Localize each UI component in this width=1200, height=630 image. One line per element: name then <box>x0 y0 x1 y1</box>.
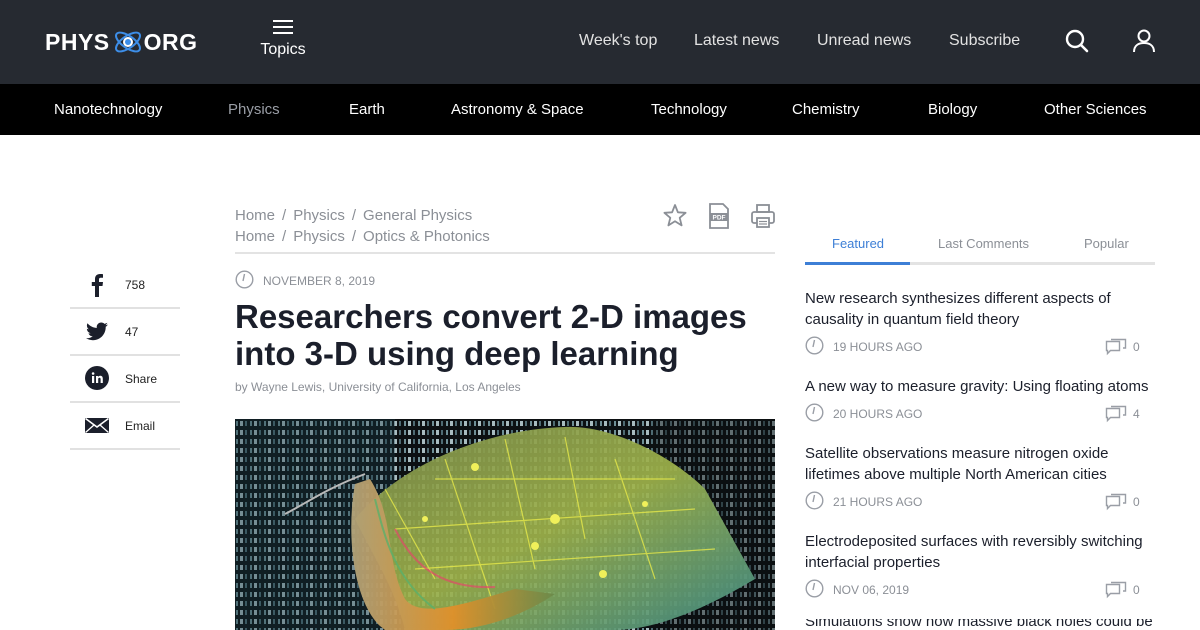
breadcrumb-separator: / <box>351 228 357 245</box>
breadcrumb-home[interactable]: Home <box>235 207 275 224</box>
news-meta: 19 HOURS AGO 0 <box>805 336 1155 358</box>
category-chemistry[interactable]: Chemistry <box>792 101 860 118</box>
news-meta: NOV 06, 2019 0 <box>805 579 1155 601</box>
logo-text-right: ORG <box>143 28 198 55</box>
comment-icon[interactable] <box>1105 405 1127 428</box>
article-hero-image[interactable] <box>235 419 775 630</box>
article-date-text: NOVEMBER 8, 2019 <box>263 274 376 288</box>
article-divider <box>235 252 775 254</box>
breadcrumb-home[interactable]: Home <box>235 228 275 245</box>
nav-weeks-top[interactable]: Week's top <box>579 32 657 50</box>
list-item: Satellite observations measure nitrogen … <box>805 443 1155 513</box>
pdf-icon[interactable]: PDF <box>706 202 732 230</box>
news-time: 19 HOURS AGO <box>833 340 923 354</box>
star-icon[interactable] <box>662 202 688 230</box>
comment-count: 4 <box>1133 407 1140 421</box>
breadcrumb-separator: / <box>351 207 357 224</box>
facebook-count: 758 <box>125 278 146 292</box>
email-icon <box>84 412 110 438</box>
clock-icon <box>805 336 824 360</box>
clock-icon <box>235 270 263 292</box>
news-time: 21 HOURS AGO <box>833 495 923 509</box>
comment-icon[interactable] <box>1105 581 1127 604</box>
news-meta: 20 HOURS AGO 4 <box>805 403 1155 425</box>
category-nanotechnology[interactable]: Nanotechnology <box>54 101 162 118</box>
news-title[interactable]: Simulations show how massive black holes… <box>805 619 1155 630</box>
tab-popular[interactable]: Popular <box>1084 236 1129 251</box>
category-physics[interactable]: Physics <box>228 101 280 118</box>
clock-icon <box>805 403 824 427</box>
news-time: 20 HOURS AGO <box>833 407 923 421</box>
comment-count: 0 <box>1133 495 1140 509</box>
breadcrumb-physics[interactable]: Physics <box>293 228 345 245</box>
active-tab-indicator <box>805 262 910 265</box>
user-icon[interactable] <box>1131 28 1157 54</box>
list-item: Electrodeposited surfaces with reversibl… <box>805 531 1155 601</box>
tab-last-comments[interactable]: Last Comments <box>938 236 1029 251</box>
article-headline: Researchers convert 2-D images into 3-D … <box>235 298 747 372</box>
clock-icon <box>805 491 824 515</box>
topics-menu-button[interactable]: Topics <box>256 20 310 59</box>
hamburger-icon <box>273 20 293 34</box>
news-title[interactable]: A new way to measure gravity: Using floa… <box>805 376 1155 397</box>
site-logo[interactable]: PHYS ORG <box>45 22 198 62</box>
list-item: Simulations show how massive black holes… <box>805 619 1155 630</box>
linkedin-icon <box>84 365 110 391</box>
tab-featured[interactable]: Featured <box>832 236 884 251</box>
comment-count: 0 <box>1133 583 1140 597</box>
article-date: NOVEMBER 8, 2019 <box>235 270 375 292</box>
topics-label: Topics <box>260 41 306 58</box>
breadcrumb-separator: / <box>282 207 287 224</box>
twitter-icon <box>84 318 110 344</box>
share-linkedin[interactable]: Share <box>70 356 180 403</box>
share-facebook[interactable]: 758 <box>70 262 180 309</box>
nav-latest-news[interactable]: Latest news <box>694 32 779 50</box>
share-email[interactable]: Email <box>70 403 180 450</box>
share-panel: 758 47 Share Email <box>70 262 180 450</box>
news-meta: 21 HOURS AGO 0 <box>805 491 1155 513</box>
news-title[interactable]: Electrodeposited surfaces with reversibl… <box>805 531 1155 573</box>
category-astronomy-space[interactable]: Astronomy & Space <box>451 101 584 118</box>
nav-unread-news[interactable]: Unread news <box>817 32 911 50</box>
category-other-sciences[interactable]: Other Sciences <box>1044 101 1147 118</box>
category-bar: Nanotechnology Physics Earth Astronomy &… <box>0 84 1200 135</box>
svg-text:PDF: PDF <box>713 215 726 222</box>
comment-icon[interactable] <box>1105 493 1127 516</box>
clock-icon <box>805 579 824 603</box>
email-label: Email <box>125 419 156 433</box>
category-technology[interactable]: Technology <box>651 101 727 118</box>
share-twitter[interactable]: 47 <box>70 309 180 356</box>
breadcrumb-general-physics[interactable]: General Physics <box>363 207 472 224</box>
print-icon[interactable] <box>750 202 776 230</box>
news-title[interactable]: New research synthesizes different aspec… <box>805 288 1155 330</box>
category-biology[interactable]: Biology <box>928 101 977 118</box>
article-byline: by Wayne Lewis, University of California… <box>235 380 521 394</box>
breadcrumb-optics-photonics[interactable]: Optics & Photonics <box>363 228 490 245</box>
news-title[interactable]: Satellite observations measure nitrogen … <box>805 443 1155 485</box>
breadcrumb: Home / Physics / General Physics Home / Physic… <box>235 205 490 247</box>
breadcrumb-separator: / <box>282 228 287 245</box>
breadcrumb-row: Home / Physics / Optics & Photonics <box>235 226 490 247</box>
comment-icon[interactable] <box>1105 338 1127 361</box>
linkedin-label: Share <box>125 372 158 386</box>
breadcrumb-row: Home / Physics / General Physics <box>235 205 490 226</box>
category-earth[interactable]: Earth <box>349 101 385 118</box>
list-item: A new way to measure gravity: Using floa… <box>805 376 1155 425</box>
facebook-icon <box>84 271 110 297</box>
logo-text-left: PHYS <box>45 28 110 55</box>
twitter-count: 47 <box>125 325 139 339</box>
top-header: PHYS ORG Topics Week's top Latest news U… <box>0 0 1200 84</box>
sidebar-tabs: Featured Last Comments Popular <box>805 230 1155 265</box>
breadcrumb-physics[interactable]: Physics <box>293 207 345 224</box>
search-icon[interactable] <box>1064 28 1090 54</box>
list-item: New research synthesizes different aspec… <box>805 288 1155 358</box>
news-time: NOV 06, 2019 <box>833 583 910 597</box>
atom-icon <box>112 22 144 62</box>
nav-subscribe[interactable]: Subscribe <box>949 32 1020 50</box>
comment-count: 0 <box>1133 340 1140 354</box>
